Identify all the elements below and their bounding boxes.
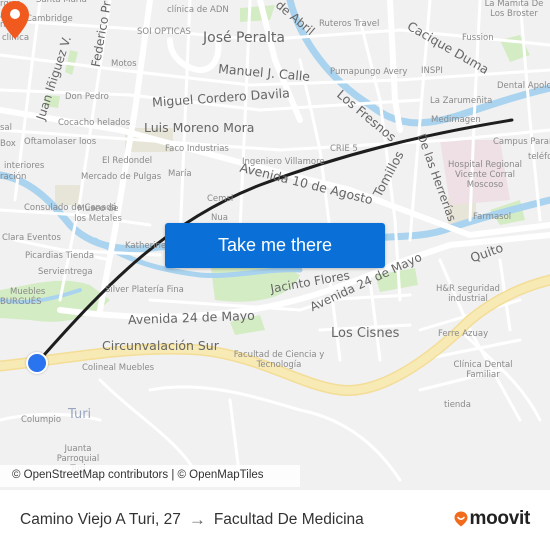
street-label: Circunvalación Sur [102, 338, 219, 353]
poi-label: clínica de ADN [167, 5, 229, 15]
poi-label: ración [0, 172, 27, 182]
destination-pin-icon[interactable] [0, 0, 30, 40]
moovit-logo: moovit [454, 508, 530, 530]
brand-name: moovit [469, 508, 531, 529]
poi-label: Facultad de Ciencia y Tecnología [233, 350, 325, 370]
destination-label: Facultad De Medicina [213, 511, 364, 528]
poi-label: Museo de los Metales [74, 204, 122, 224]
poi-label: Faco Industrias [165, 144, 229, 154]
poi-label: Silver Platería Fina [105, 285, 184, 295]
poi-label: tienda [444, 400, 471, 410]
poi-label: Farmasol [473, 212, 512, 222]
poi-label: El Redondel [102, 156, 153, 166]
poi-label: Hospital Regional Vicente Corral Moscoso [447, 160, 523, 190]
poi-label: Columpio [21, 415, 62, 425]
poi-label: La Mamita De Los Broster [484, 0, 544, 19]
map[interactable]: José Peralta Manuel J. Calle Miguel Cord… [0, 0, 550, 490]
poi-label: Pumapungo Avery [330, 67, 408, 77]
poi-label: CRIE 5 [330, 144, 358, 154]
poi-label: Fussion [462, 33, 494, 43]
poi-label: sal [0, 123, 12, 133]
poi-label: Consulado de Canadá [24, 203, 117, 213]
poi-label: H&R seguridad industrial [436, 284, 500, 304]
poi-label: Dental Apolo [497, 81, 550, 91]
poi-label: Don Pedro [65, 92, 109, 102]
poi-label: Picardias Tienda [25, 251, 95, 261]
poi-label: Cambridge [26, 14, 73, 24]
poi-label: Santa María [36, 0, 87, 5]
poi-label: Medimagen [431, 115, 481, 125]
area-label: Turi [68, 407, 92, 422]
poi-label: La Zarumeñita [430, 96, 493, 106]
area-label: Los Cisnes [331, 326, 400, 341]
poi-label: Ingeniero Villamore [242, 157, 325, 167]
poi-label: Cemsi [207, 194, 234, 204]
street-label: Luis Moreno Mora [144, 120, 255, 135]
route-footer: Camino Viejo A Turi, 27 → Facultad De Me… [0, 490, 550, 550]
poi-label: Oftamolaser loos [24, 137, 97, 147]
arrow-right-icon: → [188, 510, 206, 529]
poi-label: Campus Paraíso [493, 137, 550, 147]
poi-label: Box [0, 139, 16, 149]
poi-label: teléfono [528, 152, 550, 162]
poi-label: Katherine [125, 241, 167, 251]
moovit-pin-icon [454, 511, 468, 527]
take-me-there-button[interactable]: Take me there [165, 223, 385, 268]
poi-label: Clara Eventos [2, 233, 61, 243]
poi-label: Nua [211, 213, 228, 223]
poi-label: SOI OPTICAS [137, 27, 191, 37]
poi-label: Ferre Azuay [438, 329, 489, 339]
poi-label: Ruteros Travel [319, 19, 380, 29]
poi-label: Cocacho helados [58, 118, 131, 128]
poi-label: Motos [111, 59, 137, 69]
poi-label: Servientrega [38, 267, 93, 277]
poi-label: María [168, 169, 192, 179]
poi-label: interiores [4, 161, 45, 171]
poi-label: Mercado de Pulgas [81, 172, 162, 182]
poi-label: BURGUÉS [0, 297, 42, 307]
poi-label: INSPI [421, 66, 443, 76]
poi-label: Clínica Dental Familiar [453, 360, 513, 380]
map-attribution[interactable]: © OpenStreetMap contributors | © OpenMap… [0, 465, 300, 487]
poi-label: Muebles [10, 287, 46, 297]
origin-dot-icon[interactable] [26, 352, 48, 374]
street-label: José Peralta [203, 30, 285, 46]
poi-label: Colineal Muebles [82, 363, 155, 373]
origin-label: Camino Viejo A Turi, 27 [20, 511, 181, 528]
